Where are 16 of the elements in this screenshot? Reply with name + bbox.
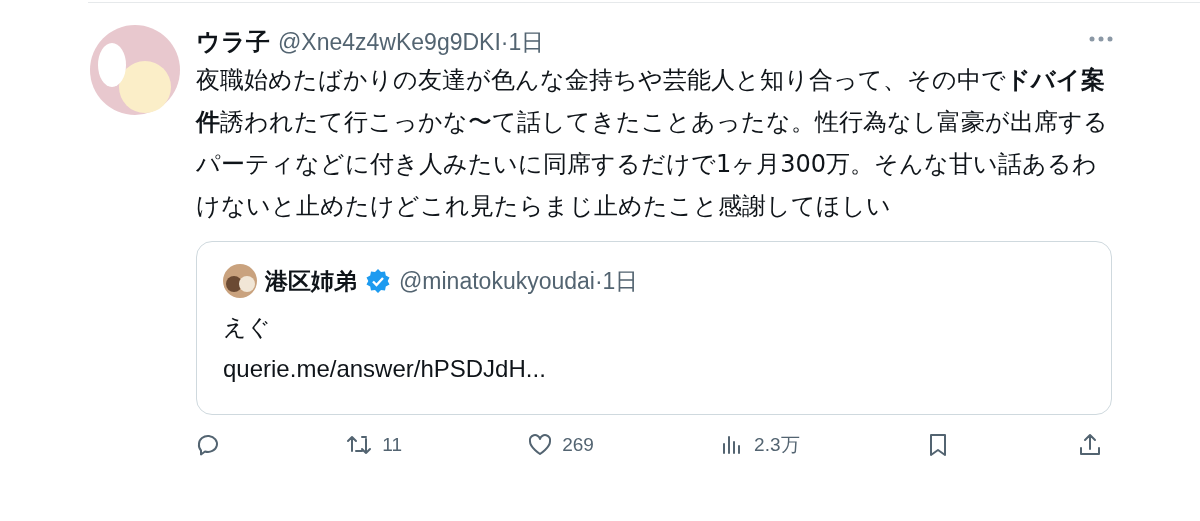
- quoted-post[interactable]: 港区姉弟 @minatokukyoudai·1日 えぐ querie.me/answer/hPSDJdH...: [196, 241, 1112, 415]
- avatar: [223, 264, 257, 298]
- more-icon[interactable]: [1088, 35, 1114, 43]
- like-button[interactable]: 269: [526, 431, 594, 459]
- post-text: 夜職始めたばかりの友達が色んな金持ちや芸能人と知り合って、その中でドバイ案件誘われたて行こっかな〜て話してきたことあったな。性行為なし富豪が出席するパーティなどに付き人みたいに同席するだけで1ヶ月300万。そんな甘い話あるわけないと止めたけどこれ見たらまじ止めたこと感謝してほしい: [196, 65, 1109, 222]
- count: 11: [382, 434, 402, 456]
- count: 2.3万: [754, 433, 800, 457]
- handle-and-time: @Xne4z4wKe9g9DKI·1日: [278, 27, 545, 57]
- views-button[interactable]: 2.3万: [718, 431, 800, 459]
- repost-button[interactable]: 11: [346, 431, 402, 459]
- quote-text: えぐ: [223, 313, 272, 342]
- author-name: 港区姉弟: [265, 266, 357, 296]
- quote-link: querie.me/answer/hPSDJdH...: [223, 355, 547, 383]
- count: 269: [562, 434, 594, 456]
- handle-and-time: @minatokukyoudai·1日: [399, 266, 639, 296]
- author-name[interactable]: ウラ子: [196, 26, 270, 58]
